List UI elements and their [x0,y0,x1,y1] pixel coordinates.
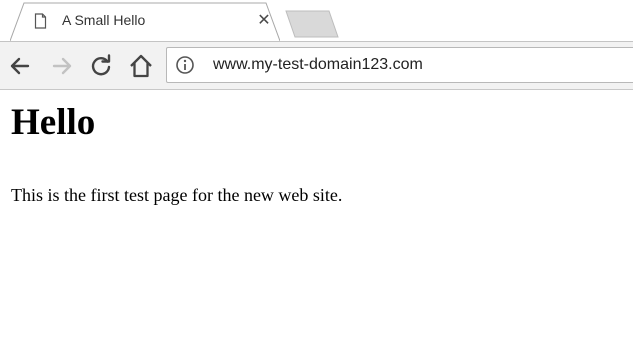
reload-button[interactable] [88,53,114,79]
home-button[interactable] [128,53,154,79]
tab-title: A Small Hello [62,12,146,28]
back-button[interactable] [7,53,33,79]
arrow-left-icon [10,57,30,75]
arrow-right-icon [52,57,72,75]
tab-strip: A Small Hello ✕ [0,0,633,41]
page-paragraph: This is the first test page for the new … [11,185,343,205]
info-icon[interactable] [175,55,195,75]
address-bar[interactable]: www.my-test-domain123.com [166,47,633,83]
page-content: Hello This is the first test page for th… [0,90,633,339]
page-icon [34,13,47,29]
page-heading: Hello [11,102,96,143]
active-tab[interactable]: A Small Hello ✕ [10,2,280,41]
forward-button[interactable] [49,53,75,79]
reload-icon [91,54,111,76]
new-tab-button[interactable] [285,10,340,38]
url-text[interactable]: www.my-test-domain123.com [213,56,423,74]
browser-toolbar: www.my-test-domain123.com [0,41,633,90]
home-icon [130,54,152,78]
tab-close-icon[interactable]: ✕ [254,10,274,30]
